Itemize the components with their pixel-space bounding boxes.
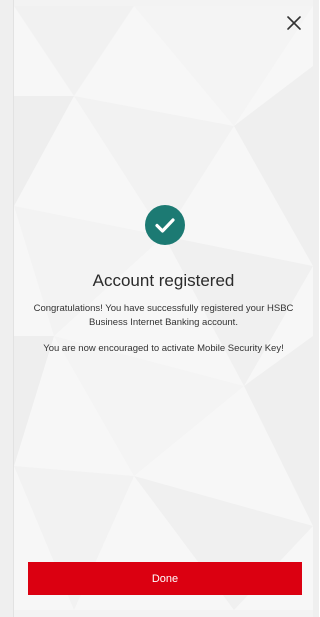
dialog-title: Account registered xyxy=(92,271,235,290)
checkmark-icon xyxy=(155,218,175,233)
close-button[interactable] xyxy=(283,12,305,34)
success-badge xyxy=(145,205,185,245)
mobile-security-key-message: You are now encouraged to activate Mobil… xyxy=(43,343,284,354)
app-frame: Account registered Congratulations! You … xyxy=(0,0,319,617)
right-rail xyxy=(313,0,319,617)
done-button[interactable]: Done xyxy=(28,562,302,595)
registration-success-panel: Account registered Congratulations! You … xyxy=(14,6,313,610)
close-icon xyxy=(287,16,301,30)
left-rail xyxy=(0,0,14,617)
congratulations-message: Congratulations! You have successfully r… xyxy=(33,303,294,328)
